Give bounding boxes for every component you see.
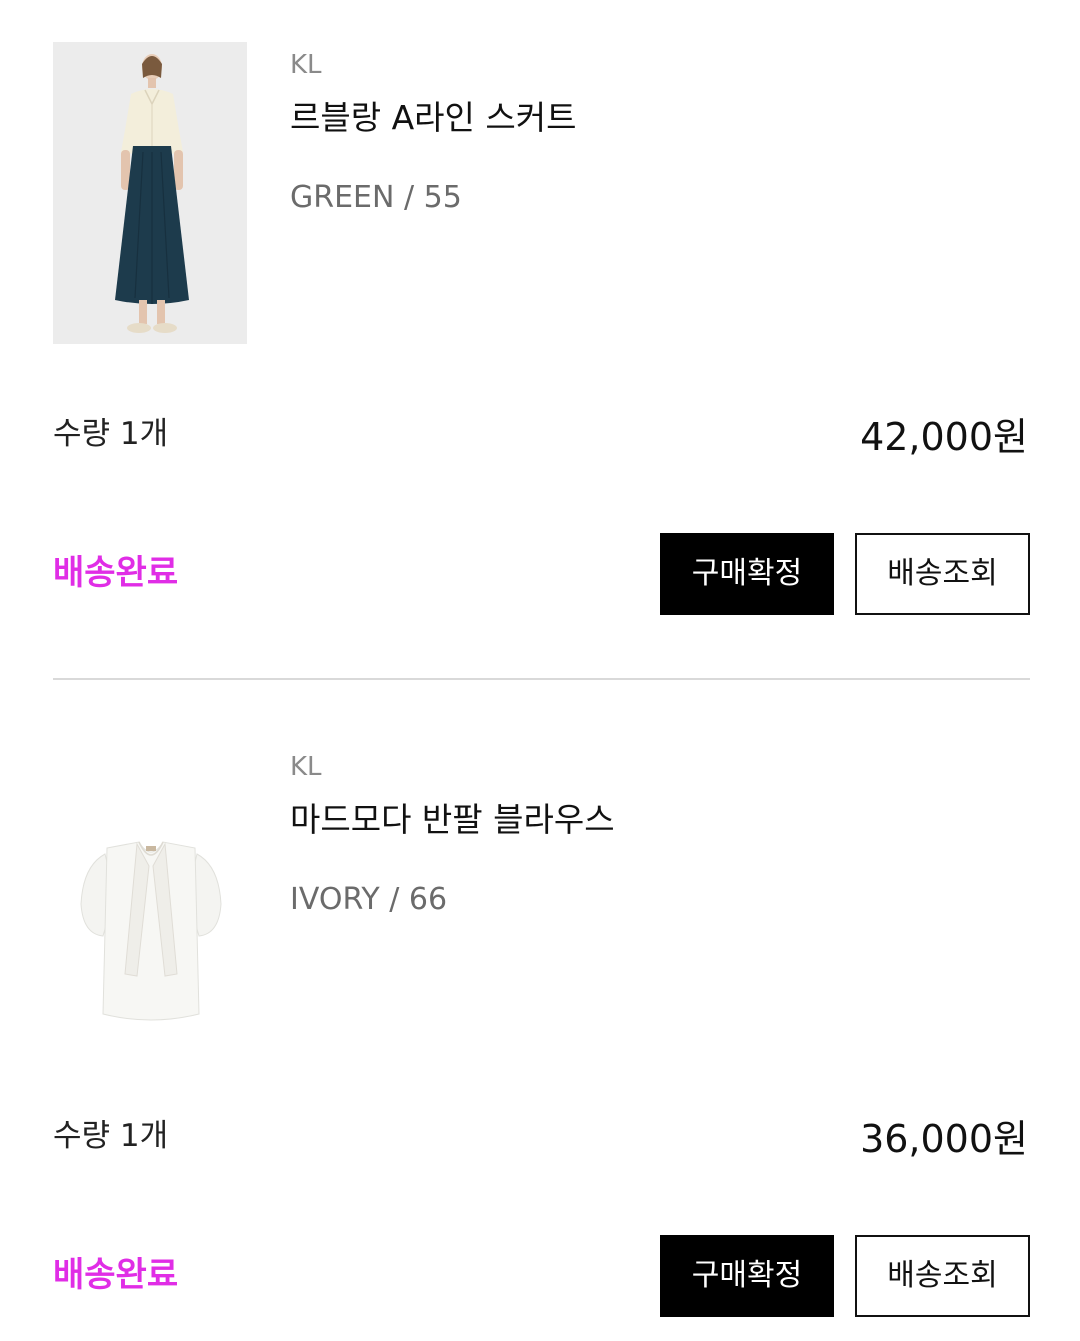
brand-name: KL [290,752,322,782]
quantity-label: 수량 1개 [53,1118,169,1154]
order-item: KL 르블랑 A라인 스커트 GREEN / 55 수량 1개 42,000원 … [0,0,1080,680]
quantity-label: 수량 1개 [53,416,169,452]
divider [53,678,1030,680]
product-image[interactable] [53,744,247,1046]
product-name[interactable]: 마드모다 반팔 블라우스 [290,800,615,840]
product-option: GREEN / 55 [290,180,462,215]
brand-name: KL [290,50,322,80]
delivery-status: 배송완료 [53,1255,179,1295]
price-label: 42,000원 [860,415,1028,459]
confirm-purchase-button[interactable]: 구매확정 [660,533,834,615]
delivery-status: 배송완료 [53,553,179,593]
product-name[interactable]: 르블랑 A라인 스커트 [290,98,576,138]
skirt-model-illustration [53,42,247,344]
order-item: KL 마드모다 반팔 블라우스 IVORY / 66 수량 1개 36,000원… [0,702,1080,1341]
confirm-purchase-button[interactable]: 구매확정 [660,1235,834,1317]
price-label: 36,000원 [860,1117,1028,1161]
blouse-illustration [53,744,247,1046]
track-delivery-button[interactable]: 배송조회 [855,533,1030,615]
track-delivery-button[interactable]: 배송조회 [855,1235,1030,1317]
product-option: IVORY / 66 [290,882,448,917]
product-image[interactable] [53,42,247,344]
